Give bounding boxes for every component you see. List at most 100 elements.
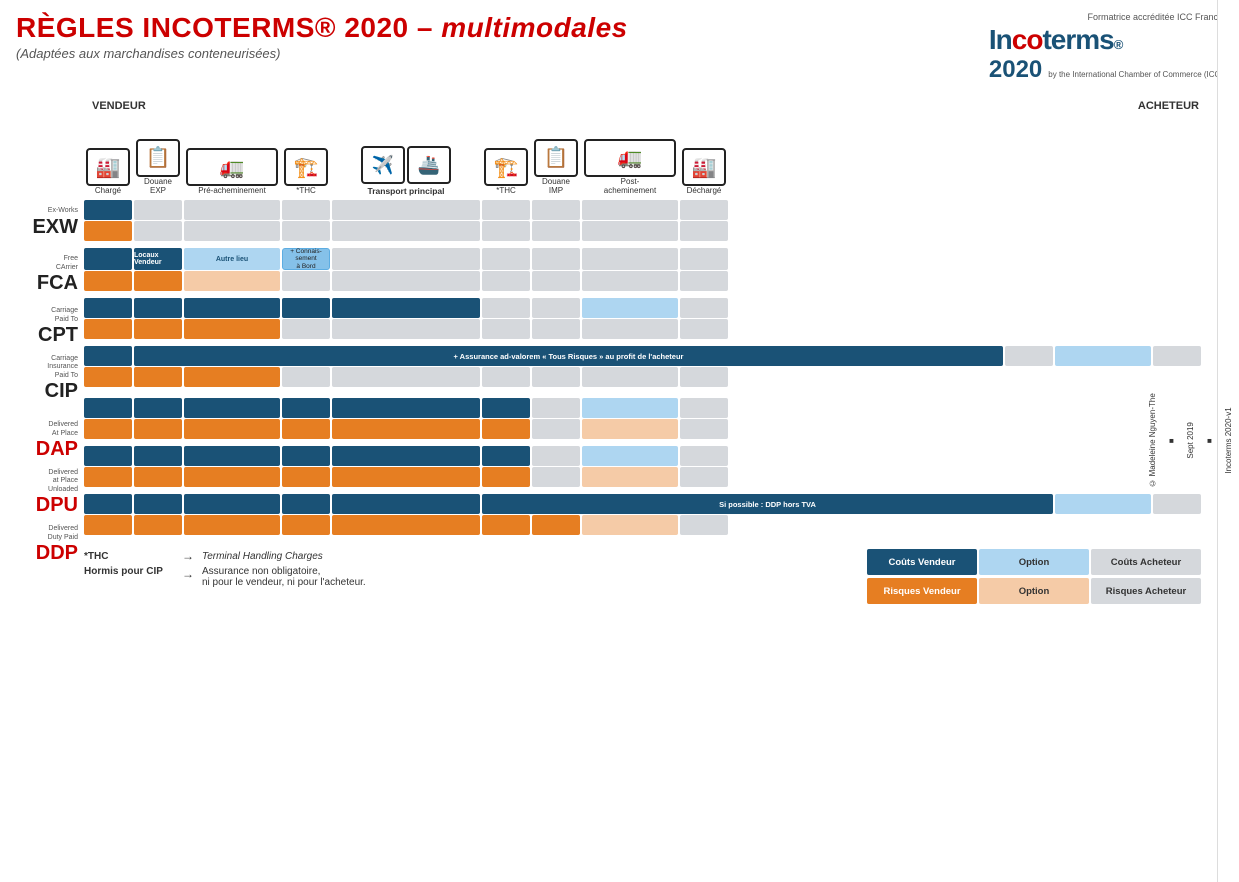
cpt-c4 <box>282 298 330 318</box>
main-layout: Ex-Works EXW FreeCArrier FCA CarriagePai… <box>16 92 1201 604</box>
dpu-block <box>84 446 1201 487</box>
col-thc1-icon: 🏗️ <box>284 148 328 186</box>
col-charge: 🏭 Chargé <box>84 148 132 196</box>
exw-r3 <box>184 221 280 241</box>
cip-special-label: + Assurance ad-valorem « Tous Risques » … <box>134 346 1003 366</box>
col-charge-label: Chargé <box>95 186 121 196</box>
cip-risk-row <box>84 367 1201 387</box>
fca-full: FreeCArrier <box>56 255 78 272</box>
col-thc2: 🏗️ *THC <box>482 148 530 196</box>
dap-r6 <box>482 419 530 439</box>
col-douane-imp-icon: 📋 <box>534 139 578 177</box>
label-ddp: DeliveredDuty Paid DDP <box>16 522 84 568</box>
label-fca: FreeCArrier FCA <box>16 252 84 298</box>
cpt-block <box>84 298 1201 339</box>
dpu-r7 <box>532 467 580 487</box>
col-post-ach: 🚛 Post-acheminement <box>582 139 678 196</box>
exw-c7 <box>532 200 580 220</box>
exw-r9 <box>680 221 728 241</box>
exw-c6 <box>482 200 530 220</box>
icons-row: 🏭 Chargé 📋 DouaneEXP 🚛 Pré-acheminement <box>84 139 1201 196</box>
cip-block: + Assurance ad-valorem « Tous Risques » … <box>84 346 1201 387</box>
col-douane-exp-label: DouaneEXP <box>144 177 172 196</box>
exw-r7 <box>532 221 580 241</box>
exw-block <box>84 200 1201 241</box>
dap-r4 <box>282 419 330 439</box>
fca-c6 <box>482 248 530 270</box>
cip-value-1: Assurance non obligatoire, <box>202 566 320 577</box>
exw-risk-row <box>84 221 1201 241</box>
dpu-r1 <box>84 467 132 487</box>
dap-r2 <box>134 419 182 439</box>
ddp-block: Si possible : DDP hors TVA <box>84 494 1201 535</box>
logo-row: Incoterms ® <box>989 24 1223 56</box>
thc-line: *THC → Terminal Handling Charges <box>84 549 851 563</box>
dpu-r3 <box>184 467 280 487</box>
col-douane-exp: 📋 DouaneEXP <box>134 139 182 196</box>
exw-c8 <box>582 200 678 220</box>
cpt-r5 <box>332 319 480 339</box>
dpu-c5 <box>332 446 480 466</box>
cip-r8 <box>582 367 678 387</box>
dpu-c1 <box>84 446 132 466</box>
cip-r5 <box>332 367 480 387</box>
dpu-c6 <box>482 446 530 466</box>
dap-c4 <box>282 398 330 418</box>
logo-year: 2020 <box>989 56 1042 84</box>
col-decharge-label: Déchargé <box>687 186 722 196</box>
cpt-r1 <box>84 319 132 339</box>
cpt-code: CPT <box>38 324 78 347</box>
ddp-r7 <box>532 515 580 535</box>
fca-r2 <box>134 271 182 291</box>
dap-cost-row <box>84 398 1201 418</box>
ddp-r5 <box>332 515 480 535</box>
title-block: Règles Incoterms® 2020 – multimodales (A… <box>16 12 628 61</box>
cpt-c7 <box>532 298 580 318</box>
exw-c3 <box>184 200 280 220</box>
legend-row-2: Risques Vendeur Option Risques Acheteur <box>867 578 1201 604</box>
ddp-r8 <box>582 515 678 535</box>
cip-c1 <box>84 346 132 366</box>
cip-c7 <box>1005 346 1053 366</box>
fca-c3-autre: Autre lieu <box>184 248 280 270</box>
dpu-c4 <box>282 446 330 466</box>
logo-reg: ® <box>1114 37 1124 52</box>
ddp-cost-row: Si possible : DDP hors TVA <box>84 494 1201 514</box>
dpu-r6 <box>482 467 530 487</box>
dap-full: DeliveredAt Place <box>48 421 78 438</box>
col-pre-ach-icon: 🚛 <box>186 148 278 186</box>
cip-arrow: → <box>182 567 194 581</box>
header: Règles Incoterms® 2020 – multimodales (A… <box>16 12 1223 84</box>
exw-cost-row <box>84 200 1201 220</box>
logo-year-row: 2020 by the International Chamber of Com… <box>989 56 1223 84</box>
fca-r8 <box>582 271 678 291</box>
thc-label: *THC <box>84 551 174 562</box>
fca-tooltip: + Connais-sementà Bord <box>282 248 330 270</box>
dap-c3 <box>184 398 280 418</box>
footer-left: *THC → Terminal Handling Charges Hormis … <box>84 549 851 604</box>
legend-option-1: Option <box>979 549 1089 575</box>
dap-c8 <box>582 398 678 418</box>
dpu-r4 <box>282 467 330 487</box>
fca-r1 <box>84 271 132 291</box>
cip-value: Assurance non obligatoire, ni pour le ve… <box>202 566 366 588</box>
dpu-cost-row <box>84 446 1201 466</box>
dap-c6 <box>482 398 530 418</box>
fca-code: FCA <box>37 272 78 295</box>
table-area: VENDEUR ACHETEUR 🏭 Chargé 📋 DouaneEXP <box>84 92 1201 604</box>
ddp-full: DeliveredDuty Paid <box>48 525 78 542</box>
cip-c8 <box>1055 346 1151 366</box>
fca-c8 <box>582 248 678 270</box>
dpu-c9 <box>680 446 728 466</box>
col-douane-exp-icon: 📋 <box>136 139 180 177</box>
ddp-r1 <box>84 515 132 535</box>
dpu-c8 <box>582 446 678 466</box>
exw-c4 <box>282 200 330 220</box>
dpu-full: Deliveredat PlaceUnloaded <box>48 469 78 494</box>
dap-r9 <box>680 419 728 439</box>
ddp-risk-row <box>84 515 1201 535</box>
legend-risque-acheteur: Risques Acheteur <box>1091 578 1201 604</box>
fca-block: Locaux Vendeur Autre lieu + Connais-seme… <box>84 248 1201 291</box>
col-decharge-icon: 🏭 <box>682 148 726 186</box>
cip-r4 <box>282 367 330 387</box>
